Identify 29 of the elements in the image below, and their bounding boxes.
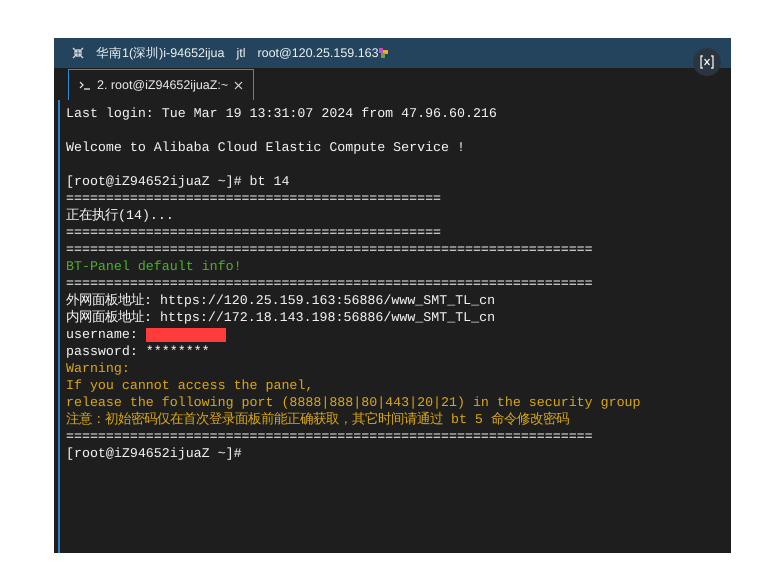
close-icon [700, 55, 714, 69]
terminal-line: =============================================== [66, 224, 442, 241]
title-text: jtl [236, 46, 246, 60]
terminal-line: If you cannot access the panel, [66, 377, 314, 394]
terminal-line: Welcome to Alibaba Cloud Elastic Compute Service ! [66, 139, 465, 156]
terminal-line: Last login: Tue Mar 19 13:31:07 2024 from 47.96.60.216 [66, 105, 497, 122]
terminal-icon [79, 80, 91, 90]
terminal-line: ================================================================== [66, 275, 593, 292]
app-logo-icon [378, 48, 388, 58]
terminal-line: [root@iZ94652ijuaZ ~]# [66, 445, 242, 462]
collapse-icon[interactable] [72, 47, 84, 59]
terminal-line: ================================================================== [66, 241, 593, 258]
terminal-line: username: [66, 326, 139, 343]
terminal-line: 外网面板地址: https://120.25.159.163:56886/www_SMT_TL_cn [66, 292, 496, 309]
terminal-line: 正在执行(14)... [66, 207, 174, 224]
terminal-line: ================================================================== [66, 428, 593, 445]
terminal-line: 内网面板地址: https://172.18.143.198:56886/www_SMT_TL_cn [66, 309, 496, 326]
close-icon[interactable] [234, 80, 244, 90]
close-button[interactable] [693, 48, 721, 76]
terminal-line: password: ******** [66, 343, 210, 360]
title-text: root@120.25.159.163 [257, 46, 379, 60]
terminal-line: [root@iZ94652ijuaZ ~]# bt 14 [66, 173, 290, 190]
title-text: 华南1(深圳)i-94652ijua [96, 44, 224, 62]
terminal-tab[interactable]: 2. root@iZ94652ijuaZ:~ [68, 69, 254, 100]
terminal-line: release the following port (8888|888|80|443|20|21) in the security group [66, 394, 641, 411]
terminal-line: BT-Panel default info! [66, 258, 242, 275]
terminal-line: 注意：初始密码仅在首次登录面板前能正确获取，其它时间请通过 bt 5 命令修改密码 [66, 411, 569, 428]
terminal-line: Warning: [66, 360, 130, 377]
terminal-line: =============================================== [66, 190, 442, 207]
